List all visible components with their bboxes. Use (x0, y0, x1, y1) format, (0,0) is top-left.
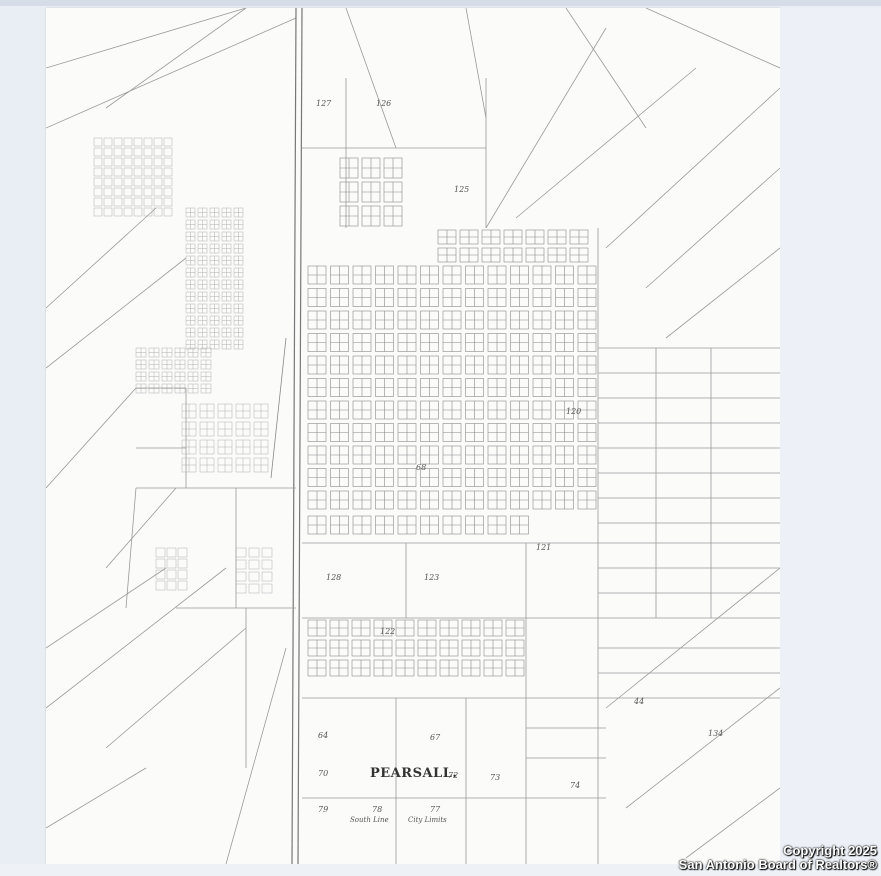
side-strip (780, 8, 881, 864)
block-label: 73 (490, 773, 500, 782)
block-label: 122 (380, 627, 395, 636)
realtor-board-line: San Antonio Board of Realtors® (678, 857, 877, 872)
block-label: 78 (372, 805, 382, 814)
copyright-watermark: Copyright 2025 San Antonio Board of Real… (679, 844, 877, 872)
block-label: 125 (454, 185, 469, 194)
plat-map: 127 126 125 120 121 122 123 128 67 68 70… (46, 8, 780, 864)
block-label: 121 (536, 543, 551, 552)
plat-map-drawing: 127 126 125 120 121 122 123 128 67 68 70… (46, 8, 780, 864)
block-label: 68 (416, 463, 426, 472)
block-label: 74 (570, 781, 580, 790)
block-label: 134 (708, 729, 723, 738)
copyright-line: Copyright 2025 (783, 843, 877, 858)
block-label: 64 (318, 731, 328, 740)
block-label: 120 (566, 407, 581, 416)
block-label: 77 (430, 805, 441, 814)
block-label: 128 (326, 573, 341, 582)
block-label: 127 (316, 99, 332, 108)
city-limits-label: City Limits (408, 816, 447, 824)
map-title: PEARSALL. (370, 766, 458, 781)
block-label: 44 (633, 697, 644, 706)
block-label: 123 (424, 573, 439, 582)
block-label: 126 (376, 99, 391, 108)
top-bar (0, 0, 881, 6)
block-label: 79 (318, 805, 328, 814)
south-line-label: South Line (350, 816, 389, 824)
block-label: 67 (430, 733, 441, 742)
block-label: 70 (318, 769, 328, 778)
